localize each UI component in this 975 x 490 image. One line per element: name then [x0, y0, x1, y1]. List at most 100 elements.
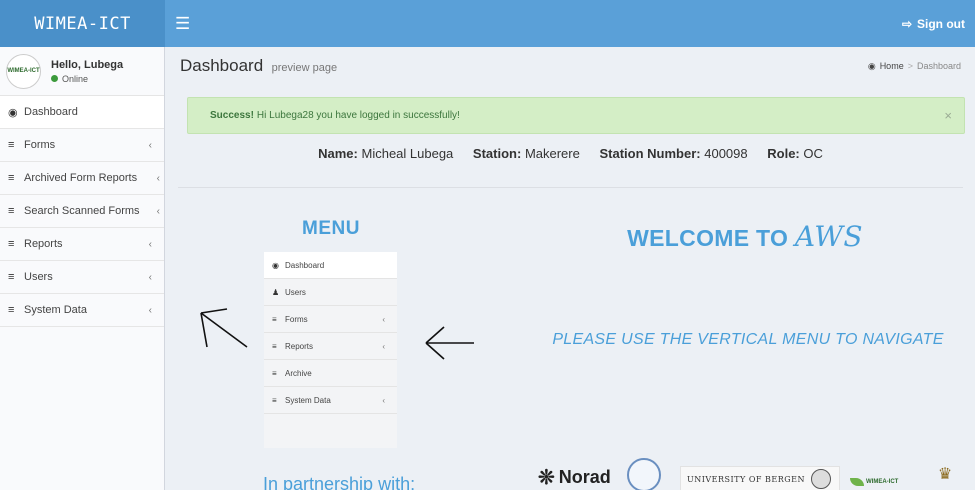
partners-heading: In partnership with: — [263, 474, 416, 490]
norad-label: Norad — [558, 467, 611, 487]
bars-icon: ≡ — [272, 368, 277, 378]
station-number-value: 400098 — [704, 146, 748, 161]
role-label: Role: — [767, 146, 800, 161]
sidebar-item-label: Archived Form Reports — [24, 172, 138, 184]
bars-icon: ≡ — [8, 271, 15, 283]
menu-illustration-title: MENU — [302, 218, 360, 239]
station-number-label: Station Number: — [599, 146, 701, 161]
university-seal-logo — [627, 458, 661, 490]
chevron-left-icon: ‹ — [382, 314, 385, 324]
bars-icon: ≡ — [8, 238, 15, 250]
page-subtitle: preview page — [271, 62, 338, 74]
sidebar-item-label: Forms — [24, 139, 56, 151]
wimea-label: WIMEA-ICT — [866, 479, 899, 485]
chevron-left-icon: ‹ — [382, 395, 385, 405]
navigation-instruction: PLEASE USE THE VERTICAL MENU TO NAVIGATE — [552, 331, 944, 348]
breadcrumb: ◉ Home > Dashboard — [868, 61, 961, 72]
sidebar-item-system-data[interactable]: ≡ System Data ‹ — [0, 294, 164, 327]
sidebar-item-forms[interactable]: ≡ Forms ‹ — [0, 129, 164, 162]
leaf-icon — [850, 478, 864, 486]
bars-icon: ≡ — [8, 139, 15, 151]
breadcrumb-home-link[interactable]: Home — [880, 61, 904, 71]
app-logo[interactable]: WIMEA-ICT — [0, 0, 165, 47]
arrow-left-icon — [425, 326, 474, 360]
chevron-left-icon: ‹ — [382, 341, 385, 351]
bars-icon: ≡ — [272, 341, 277, 351]
sign-out-label: Sign out — [917, 16, 965, 31]
bars-icon: ≡ — [8, 304, 15, 316]
menu-illustration: ◉ Dashboard ♟ Users ≡ Forms ‹ ≡ Reports … — [264, 252, 397, 448]
arrow-up-left-icon — [200, 308, 248, 348]
user-status-label: Online — [62, 73, 89, 84]
norad-logo: ❊ Norad — [538, 465, 611, 490]
sidebar-item-users[interactable]: ≡ Users ‹ — [0, 261, 164, 294]
close-icon[interactable]: × — [944, 108, 952, 123]
sidebar-item-search-scanned-forms[interactable]: ≡ Search Scanned Forms ‹ — [0, 195, 164, 228]
menu-illustration-label: System Data — [285, 395, 331, 405]
menu-illustration-item: ≡ Archive — [264, 360, 397, 387]
avatar: WIMEA-ICT — [6, 53, 41, 89]
chevron-left-icon: ‹ — [148, 304, 152, 316]
chevron-left-icon: ‹ — [156, 205, 160, 217]
welcome-heading: WELCOME TO AWS — [540, 220, 950, 253]
menu-illustration-label: Reports — [285, 341, 314, 351]
page-title: Dashboard — [180, 56, 264, 75]
top-navbar: ☰ ⇨ Sign out — [165, 0, 975, 47]
menu-illustration-label: Forms — [285, 314, 308, 324]
chevron-left-icon: ‹ — [148, 271, 152, 283]
chevron-left-icon: ‹ — [156, 172, 160, 184]
sign-out-button[interactable]: ⇨ Sign out — [902, 17, 965, 31]
dashboard-icon: ◉ — [272, 260, 279, 270]
user-panel: WIMEA-ICT Hello, Lubega Online — [0, 47, 164, 96]
alert-strong: Success! — [210, 110, 254, 121]
online-dot-icon — [51, 75, 58, 82]
sidebar-item-label: Users — [24, 271, 53, 283]
content-header: Dashboard preview page ◉ Home > Dashboar… — [166, 47, 975, 85]
breadcrumb-current: Dashboard — [916, 61, 961, 71]
name-value: Micheal Lubega — [361, 146, 454, 161]
bars-icon: ≡ — [272, 314, 277, 324]
menu-illustration-label: Users — [285, 287, 306, 297]
menu-illustration-label: Dashboard — [285, 260, 325, 270]
user-icon: ♟ — [272, 287, 280, 297]
wimea-ict-logo: WIMEA-ICT — [850, 474, 905, 490]
menu-illustration-item: ≡ Forms ‹ — [264, 306, 397, 333]
sidebar-item-label: System Data — [24, 304, 87, 316]
sidebar-item-dashboard[interactable]: ◉ Dashboard — [0, 96, 164, 129]
bars-icon: ≡ — [272, 395, 277, 405]
station-label: Station: — [472, 146, 522, 161]
welcome-prefix: WELCOME TO — [627, 225, 789, 251]
dashboard-icon: ◉ — [8, 106, 18, 119]
divider — [178, 187, 963, 188]
alert-message: Hi Lubega28 you have logged in successfu… — [256, 110, 460, 121]
user-info-line: Name: Micheal Lubega Station: Makerere S… — [166, 146, 975, 161]
sidebar-item-label: Dashboard — [24, 106, 78, 118]
norad-emblem-icon: ❊ — [538, 467, 555, 489]
hamburger-icon[interactable]: ☰ — [175, 14, 190, 34]
user-greeting: Hello, Lubega — [51, 58, 124, 71]
university-of-bergen-logo: UNIVERSITY OF BERGEN — [680, 466, 840, 490]
success-alert: Success! Hi Lubega28 you have logged in … — [187, 97, 965, 134]
menu-illustration-item: ◉ Dashboard — [264, 252, 397, 279]
user-status: Online — [51, 74, 123, 84]
coat-of-arms-logo: ♛ — [937, 466, 953, 483]
role-value: OC — [803, 146, 823, 161]
menu-illustration-item: ≡ System Data ‹ — [264, 387, 397, 414]
sidebar-item-label: Reports — [24, 238, 63, 250]
menu-illustration-item: ≡ Reports ‹ — [264, 333, 397, 360]
dashboard-icon: ◉ — [867, 60, 876, 71]
sidebar-item-archived-form-reports[interactable]: ≡ Archived Form Reports ‹ — [0, 162, 164, 195]
uob-label: UNIVERSITY OF BERGEN — [687, 474, 805, 484]
sidebar: WIMEA-ICT Hello, Lubega Online ◉ Dashboa… — [0, 47, 165, 490]
chevron-left-icon: ‹ — [148, 139, 152, 151]
station-value: Makerere — [524, 146, 580, 161]
breadcrumb-separator: > — [907, 61, 913, 71]
sidebar-item-reports[interactable]: ≡ Reports ‹ — [0, 228, 164, 261]
name-label: Name: — [318, 146, 358, 161]
sign-out-icon: ⇨ — [901, 16, 912, 31]
chevron-left-icon: ‹ — [148, 238, 152, 250]
uob-seal-icon — [810, 469, 831, 489]
menu-illustration-label: Archive — [285, 368, 312, 378]
sidebar-item-label: Search Scanned Forms — [24, 205, 140, 217]
welcome-app-name: AWS — [794, 220, 863, 253]
